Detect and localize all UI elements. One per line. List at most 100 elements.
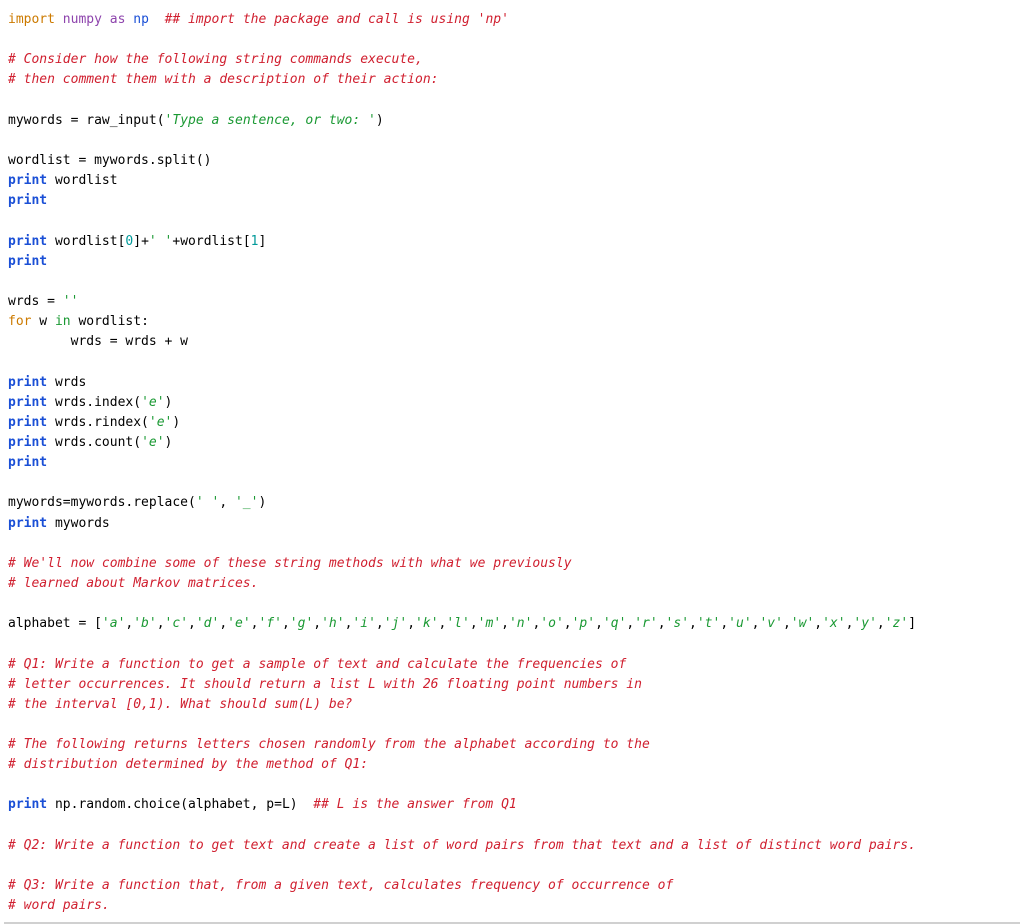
comma: ,: [720, 616, 728, 631]
kw-print: print: [8, 455, 47, 470]
alias-np: np: [133, 12, 149, 27]
kw-as: as: [110, 12, 126, 27]
bracket-close: ]: [259, 234, 267, 249]
comment-q3b: # word pairs.: [8, 898, 110, 913]
ident-mywords: mywords: [55, 516, 110, 531]
alphabet-letter: 'c': [165, 616, 188, 631]
kw-print: print: [8, 254, 47, 269]
alphabet-letter: 'm': [478, 616, 501, 631]
code-mywords-rawinput: mywords = raw_input(: [8, 113, 165, 128]
close-paren: ): [165, 395, 173, 410]
alphabet-letter: 'h': [321, 616, 344, 631]
string-empty: '': [63, 294, 79, 309]
alphabet-letter: 'u': [728, 616, 751, 631]
comma: ,: [157, 616, 165, 631]
kw-print: print: [8, 415, 47, 430]
alphabet-letter: 'p': [572, 616, 595, 631]
comment-rand-a: # The following returns letters chosen r…: [8, 737, 650, 752]
alphabet-letter: 'z': [885, 616, 908, 631]
string-underscore: '_': [235, 495, 258, 510]
code-wordlist-idx0-r: ]+: [133, 234, 149, 249]
alphabet-letter: 'd': [196, 616, 219, 631]
comment-q1a: # Q1: Write a function to get a sample o…: [8, 657, 626, 672]
alphabet-letter: 'f': [258, 616, 281, 631]
alphabet-letter: 'o': [540, 616, 563, 631]
alphabet-letter: 'e': [227, 616, 250, 631]
alphabet-letter: 'w': [791, 616, 814, 631]
string-space: ' ': [196, 495, 219, 510]
comma: ,: [564, 616, 572, 631]
comma: ,: [376, 616, 384, 631]
comment-header: ## import the package and call is using …: [165, 12, 509, 27]
alphabet-letter: 'l': [446, 616, 469, 631]
code-wordlist-idx0-l: wordlist[: [55, 234, 125, 249]
ident-wordlist: wordlist: [55, 173, 118, 188]
comma: ,: [219, 616, 227, 631]
code-np-random-choice: np.random.choice(alphabet, p=L): [55, 797, 313, 812]
close-paren: ): [172, 415, 180, 430]
alphabet-letter: 's': [666, 616, 689, 631]
alphabet-letter: 'r': [634, 616, 657, 631]
comment-rand-b: # distribution determined by the method …: [8, 757, 368, 772]
code-wrds-count: wrds.count(: [55, 435, 141, 450]
alphabet-letter: 'j': [384, 616, 407, 631]
comma: ,: [188, 616, 196, 631]
code-replace-l: mywords=mywords.replace(: [8, 495, 196, 510]
code-plus-wordlist-l: +wordlist[: [172, 234, 250, 249]
alphabet-letter: 'q': [603, 616, 626, 631]
comment-q1b: # letter occurrences. It should return a…: [8, 677, 642, 692]
close-paren: ): [258, 495, 266, 510]
kw-print: print: [8, 435, 47, 450]
comment-L-answer: ## L is the answer from Q1: [313, 797, 517, 812]
loop-var-w: w: [31, 314, 54, 329]
alphabet-letter: 'x': [822, 616, 845, 631]
string-e: 'e': [141, 395, 164, 410]
comma: ,: [501, 616, 509, 631]
comma: ,: [313, 616, 321, 631]
alphabet-letter: 'g': [290, 616, 313, 631]
alphabet-letter: 'b': [133, 616, 156, 631]
alphabet-letter: 'y': [853, 616, 876, 631]
code-wrds-index: wrds.index(: [55, 395, 141, 410]
kw-print: print: [8, 173, 47, 188]
kw-for: for: [8, 314, 31, 329]
close-paren: ): [376, 113, 384, 128]
comma: ,: [783, 616, 791, 631]
alphabet-list: 'a','b','c','d','e','f','g','h','i','j',…: [102, 616, 908, 631]
comma: ,: [658, 616, 666, 631]
comma: ,: [877, 616, 885, 631]
comment-1: # Consider how the following string comm…: [8, 52, 423, 67]
kw-print: print: [8, 193, 47, 208]
alphabet-letter: 't': [697, 616, 720, 631]
comment-3: # We'll now combine some of these string…: [8, 556, 572, 571]
alphabet-letter: 'i': [352, 616, 375, 631]
comment-q2: # Q2: Write a function to get text and c…: [8, 838, 916, 853]
comma: ,: [595, 616, 603, 631]
ident-wrds: wrds: [55, 375, 86, 390]
code-wrds-eq: wrds =: [8, 294, 63, 309]
comma: ,: [282, 616, 290, 631]
code-wordlist-assign: wordlist = mywords.split(): [8, 153, 212, 168]
comma: ,: [219, 495, 235, 510]
kw-print: print: [8, 234, 47, 249]
string-e: 'e': [149, 415, 172, 430]
comma: ,: [814, 616, 822, 631]
comma: ,: [470, 616, 478, 631]
kw-print: print: [8, 395, 47, 410]
code-wrds-rindex: wrds.rindex(: [55, 415, 149, 430]
code-alphabet-r: ]: [908, 616, 916, 631]
kw-print: print: [8, 797, 47, 812]
python-source-code: import numpy as np ## import the package…: [0, 0, 1024, 922]
string-space-concat: ' ': [149, 234, 172, 249]
comment-q1c: # the interval [0,1). What should sum(L)…: [8, 697, 352, 712]
num-1: 1: [251, 234, 259, 249]
comment-2: # then comment them with a description o…: [8, 72, 438, 87]
kw-print: print: [8, 516, 47, 531]
code-alphabet-l: alphabet = [: [8, 616, 102, 631]
string-e: 'e': [141, 435, 164, 450]
close-paren: ): [165, 435, 173, 450]
string-prompt: 'Type a sentence, or two: ': [165, 113, 376, 128]
alphabet-letter: 'a': [102, 616, 125, 631]
kw-in: in: [55, 314, 71, 329]
code-wrds-concat: wrds = wrds + w: [8, 334, 188, 349]
